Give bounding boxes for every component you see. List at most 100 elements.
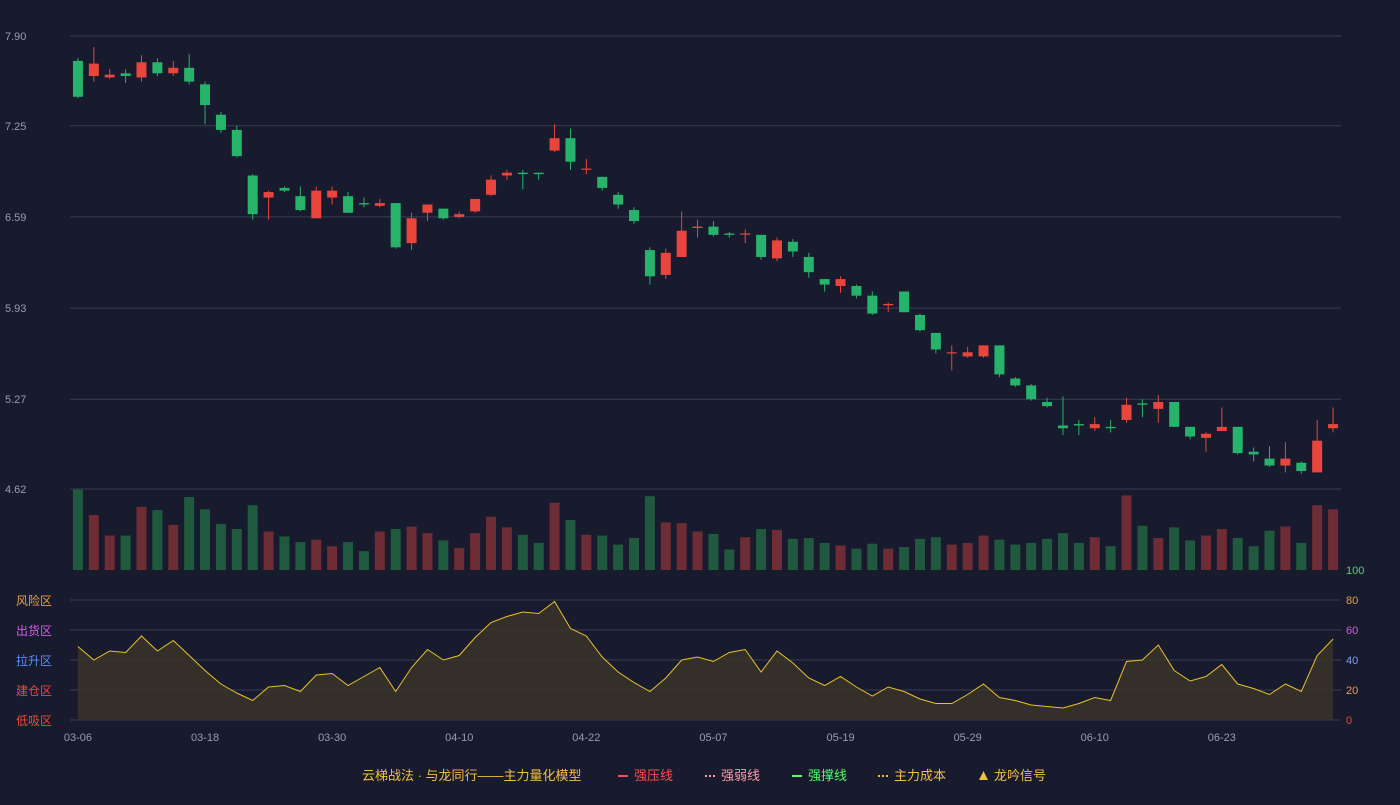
volume-bar	[1280, 526, 1291, 570]
candle-body	[1248, 451, 1259, 455]
volume-bar	[740, 537, 751, 570]
candle-body	[851, 285, 862, 296]
volume-bar	[1089, 537, 1100, 570]
indicator-tick-label: 20	[1346, 685, 1358, 697]
candle-body	[263, 192, 274, 198]
volume-bar	[1200, 535, 1211, 570]
volume-bar	[104, 535, 115, 570]
indicator-tick-label: 60	[1346, 625, 1358, 637]
candle-body	[72, 60, 83, 97]
volume-bar	[771, 529, 782, 570]
zone-label: 低吸区	[16, 714, 52, 728]
x-tick-label: 04-22	[572, 732, 600, 744]
candle-body	[914, 314, 925, 331]
volume-bar	[1264, 530, 1275, 570]
candle-body	[136, 62, 147, 78]
volume-bar	[1185, 540, 1196, 570]
candle-body	[660, 252, 671, 275]
volume-bar	[914, 538, 925, 570]
volume-bar	[1169, 527, 1180, 570]
candle-body	[819, 279, 830, 285]
indicator-tick-label: 80	[1346, 595, 1358, 607]
candle-body	[343, 196, 354, 213]
volume-bar	[470, 533, 481, 570]
candle-body	[438, 208, 449, 219]
volume-bar	[1137, 525, 1148, 570]
volume-bar	[1296, 542, 1307, 570]
volume-bar	[946, 544, 957, 570]
volume-bar	[565, 519, 576, 570]
volume-bar	[295, 542, 306, 570]
volume-bar	[231, 529, 242, 570]
chart-stage: 7.90 7.25 6.59 5.93 5.27 4.62 100 80 60 40 20 0 风险区出…	[0, 0, 1400, 800]
candle-body	[311, 190, 322, 219]
x-tick-label: 03-30	[318, 732, 346, 744]
candle-body	[200, 84, 211, 106]
candle-body	[1328, 424, 1339, 429]
candle-body	[295, 196, 306, 211]
volume-bar	[422, 533, 433, 570]
candle-body	[549, 138, 560, 151]
legend-label: 龙吟信号	[994, 768, 1046, 783]
volume-bar	[1153, 538, 1164, 570]
volume-bar	[374, 531, 385, 570]
candle-body	[899, 291, 910, 313]
candle-body	[1105, 426, 1116, 429]
price-tick-label: 6.59	[5, 212, 26, 224]
volume-bar	[660, 522, 671, 570]
candle-body	[454, 214, 465, 217]
candle-body	[1057, 425, 1068, 429]
volume-bar	[533, 542, 544, 570]
candle-body	[1121, 404, 1132, 420]
candle-body	[1264, 458, 1275, 466]
candle-body	[390, 203, 401, 248]
candle-body	[104, 74, 115, 78]
zone-label: 拉升区	[16, 653, 52, 668]
candle-body	[708, 226, 719, 235]
candle-body	[930, 332, 941, 350]
candle-body	[1200, 433, 1211, 438]
legend-label: 强弱线	[721, 768, 760, 783]
zone-label: 出货区	[16, 623, 52, 638]
volume-bar	[1073, 542, 1084, 570]
volume-bar	[1216, 529, 1227, 570]
volume-bar	[613, 544, 624, 570]
volume-bar	[168, 524, 179, 570]
x-tick-label: 03-06	[64, 732, 92, 744]
volume-bar	[327, 546, 338, 570]
candle-body	[1296, 462, 1307, 472]
volume-bar	[343, 542, 354, 570]
legend-triangle-icon	[979, 771, 988, 780]
candle-body	[358, 203, 369, 205]
candle-body	[517, 172, 528, 175]
volume-bar	[454, 547, 465, 570]
legend-label: 强压线	[634, 768, 673, 783]
volume-bar	[1232, 538, 1243, 570]
volume-bar	[120, 535, 131, 570]
candle-body	[1153, 401, 1164, 409]
volume-bar	[279, 536, 290, 570]
volume-bar	[390, 529, 401, 570]
volume-bar	[1248, 546, 1259, 570]
volume-bar	[438, 540, 449, 570]
candle-body	[88, 63, 99, 77]
price-tick-label: 7.90	[5, 31, 26, 43]
stock-chart: 7.90 7.25 6.59 5.93 5.27 4.62 100 80 60 40 20 0 风险区出…	[5, 31, 1364, 783]
candle-body	[724, 233, 735, 235]
candle-body	[120, 73, 131, 77]
volume-bar	[486, 516, 497, 570]
volume-bar	[517, 534, 528, 570]
legend-label: 强撑线	[808, 768, 847, 783]
x-tick-label: 06-10	[1081, 732, 1109, 744]
candle-body	[184, 67, 195, 82]
candle-body	[501, 172, 512, 176]
candle-body	[692, 226, 703, 228]
x-tick-label: 04-10	[445, 732, 473, 744]
volume-bar	[994, 539, 1005, 570]
volume-bar	[756, 529, 767, 570]
candle-body	[597, 176, 608, 188]
volume-bar	[1026, 542, 1037, 570]
volume-bar	[1312, 505, 1323, 570]
volume-bar	[787, 538, 798, 570]
volume-bar	[676, 523, 687, 570]
